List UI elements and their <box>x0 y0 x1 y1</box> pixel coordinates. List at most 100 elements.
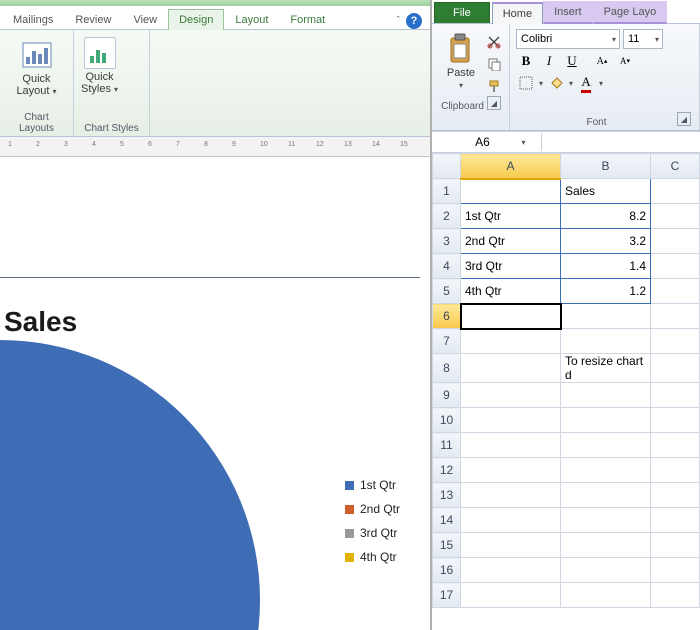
horizontal-ruler[interactable]: 123456789101112131415 <box>0 137 430 157</box>
row-header[interactable]: 14 <box>433 508 461 533</box>
cell-A15[interactable] <box>461 533 561 558</box>
name-box-input[interactable] <box>447 135 517 149</box>
fill-color-button[interactable] <box>546 73 566 93</box>
cell-A2[interactable]: 1st Qtr <box>461 204 561 229</box>
clipboard-dialog-launcher[interactable]: ◢ <box>487 96 501 110</box>
help-icon[interactable]: ? <box>406 13 422 29</box>
shrink-font-button[interactable]: A▾ <box>615 51 635 71</box>
cell-B17[interactable] <box>561 583 651 608</box>
row-header[interactable]: 7 <box>433 329 461 354</box>
font-size-combo[interactable]: 11 <box>623 29 663 49</box>
row-header[interactable]: 13 <box>433 483 461 508</box>
cell-B14[interactable] <box>561 508 651 533</box>
cut-button[interactable] <box>484 32 504 52</box>
legend-item[interactable]: 1st Qtr <box>345 478 400 492</box>
cell-A12[interactable] <box>461 458 561 483</box>
cell-B1[interactable]: Sales <box>561 179 651 204</box>
row-header[interactable]: 1 <box>433 179 461 204</box>
cell-B5[interactable]: 1.2 <box>561 279 651 304</box>
quick-styles-button[interactable]: QuickStyles ▾ <box>80 34 119 96</box>
row-header[interactable]: 16 <box>433 558 461 583</box>
font-color-button[interactable]: A <box>576 73 596 93</box>
cell-A3[interactable]: 2nd Qtr <box>461 229 561 254</box>
row-header[interactable]: 6 <box>433 304 461 329</box>
cell-A13[interactable] <box>461 483 561 508</box>
quick-layout-button[interactable]: QuickLayout ▾ <box>6 34 67 102</box>
row-header[interactable]: 10 <box>433 408 461 433</box>
row-header[interactable]: 8 <box>433 354 461 383</box>
tab-format[interactable]: Format <box>279 9 336 30</box>
cell-B6[interactable] <box>561 304 651 329</box>
cell-C13[interactable] <box>651 483 700 508</box>
worksheet[interactable]: A B C 1Sales21st Qtr8.232nd Qtr3.243rd Q… <box>432 153 700 630</box>
cell-A11[interactable] <box>461 433 561 458</box>
row-header[interactable]: 9 <box>433 383 461 408</box>
cell-B2[interactable]: 8.2 <box>561 204 651 229</box>
row-header[interactable]: 3 <box>433 229 461 254</box>
document-area[interactable]: Sales 1st Qtr2nd Qtr3rd Qtr4th Qtr <box>0 157 430 630</box>
cell-A5[interactable]: 4th Qtr <box>461 279 561 304</box>
cell-C12[interactable] <box>651 458 700 483</box>
cell-C11[interactable] <box>651 433 700 458</box>
cell-A17[interactable] <box>461 583 561 608</box>
cell-A4[interactable]: 3rd Qtr <box>461 254 561 279</box>
cell-C16[interactable] <box>651 558 700 583</box>
cell-C8[interactable] <box>651 354 700 383</box>
chart-legend[interactable]: 1st Qtr2nd Qtr3rd Qtr4th Qtr <box>345 468 400 574</box>
cell-B12[interactable] <box>561 458 651 483</box>
legend-item[interactable]: 2nd Qtr <box>345 502 400 516</box>
borders-button[interactable] <box>516 73 536 93</box>
copy-button[interactable] <box>484 54 504 74</box>
row-header[interactable]: 12 <box>433 458 461 483</box>
cell-A16[interactable] <box>461 558 561 583</box>
select-all-corner[interactable] <box>433 154 461 179</box>
row-header[interactable]: 2 <box>433 204 461 229</box>
cell-C14[interactable] <box>651 508 700 533</box>
cell-C9[interactable] <box>651 383 700 408</box>
cell-A10[interactable] <box>461 408 561 433</box>
chart-object[interactable]: Sales 1st Qtr2nd Qtr3rd Qtr4th Qtr <box>0 277 420 630</box>
paste-button[interactable]: Paste▾ <box>438 28 484 96</box>
chart-title[interactable]: Sales <box>4 306 420 338</box>
cell-C6[interactable] <box>651 304 700 329</box>
tab-home[interactable]: Home <box>492 2 543 24</box>
col-header-C[interactable]: C <box>651 154 700 179</box>
row-header[interactable]: 4 <box>433 254 461 279</box>
font-name-combo[interactable]: Colibri <box>516 29 620 49</box>
tab-view[interactable]: View <box>122 9 168 30</box>
row-header[interactable]: 17 <box>433 583 461 608</box>
cell-C4[interactable] <box>651 254 700 279</box>
col-header-B[interactable]: B <box>561 154 651 179</box>
tab-mailings[interactable]: Mailings <box>2 9 64 30</box>
cell-B11[interactable] <box>561 433 651 458</box>
pie-slice-1[interactable] <box>0 340 260 630</box>
cell-C2[interactable] <box>651 204 700 229</box>
font-dialog-launcher[interactable]: ◢ <box>677 112 691 126</box>
underline-button[interactable]: U <box>562 51 582 71</box>
italic-button[interactable]: I <box>539 51 559 71</box>
tab-review[interactable]: Review <box>64 9 122 30</box>
cell-A8[interactable] <box>461 354 561 383</box>
cell-C5[interactable] <box>651 279 700 304</box>
bold-button[interactable]: B <box>516 51 536 71</box>
cell-C15[interactable] <box>651 533 700 558</box>
cell-B10[interactable] <box>561 408 651 433</box>
cell-A9[interactable] <box>461 383 561 408</box>
grid[interactable]: A B C 1Sales21st Qtr8.232nd Qtr3.243rd Q… <box>432 153 700 608</box>
cell-B3[interactable]: 3.2 <box>561 229 651 254</box>
cell-B4[interactable]: 1.4 <box>561 254 651 279</box>
cell-B13[interactable] <box>561 483 651 508</box>
cell-C10[interactable] <box>651 408 700 433</box>
cell-C3[interactable] <box>651 229 700 254</box>
cell-B15[interactable] <box>561 533 651 558</box>
row-header[interactable]: 5 <box>433 279 461 304</box>
cell-A6[interactable] <box>461 304 561 329</box>
tab-layout[interactable]: Layout <box>224 9 279 30</box>
cell-B8[interactable]: To resize chart d <box>561 354 651 383</box>
cell-C1[interactable] <box>651 179 700 204</box>
cell-B16[interactable] <box>561 558 651 583</box>
cell-B7[interactable] <box>561 329 651 354</box>
cell-A1[interactable] <box>461 179 561 204</box>
cell-C7[interactable] <box>651 329 700 354</box>
tab-design[interactable]: Design <box>168 9 224 30</box>
